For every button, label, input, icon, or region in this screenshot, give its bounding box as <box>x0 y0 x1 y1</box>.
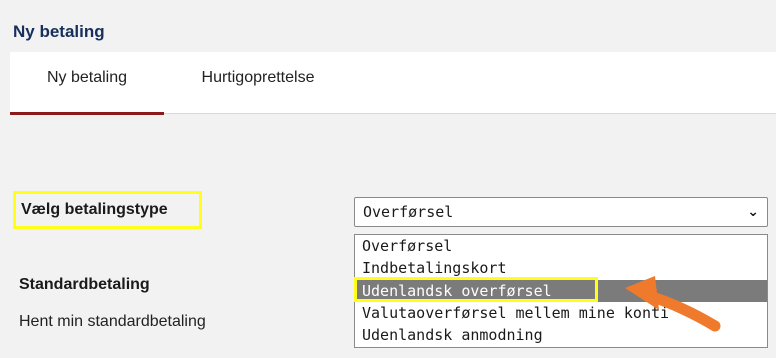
option-overforsel[interactable]: Overførsel <box>355 235 767 257</box>
standard-payment-title: Standardbetaling <box>19 276 150 293</box>
tab-ny-betaling[interactable]: Ny betaling <box>10 52 164 115</box>
tab-bar: Ny betaling Hurtigoprettelse <box>10 52 776 115</box>
arrow-icon <box>625 276 721 332</box>
payment-type-selected-value: Overførsel <box>363 203 454 221</box>
payment-type-select[interactable]: Overførsel ⌄ <box>354 197 768 227</box>
page: Ny betaling Ny betaling Hurtigoprettelse… <box>0 0 776 358</box>
chevron-down-icon: ⌄ <box>747 204 759 220</box>
page-title: Ny betaling <box>13 22 105 41</box>
highlight-box <box>354 277 598 302</box>
standard-payment-link[interactable]: Hent min standardbetaling <box>19 313 206 331</box>
payment-type-label: Vælg betalingstype <box>13 191 202 229</box>
tab-hurtigoprettelse[interactable]: Hurtigoprettelse <box>178 52 338 114</box>
